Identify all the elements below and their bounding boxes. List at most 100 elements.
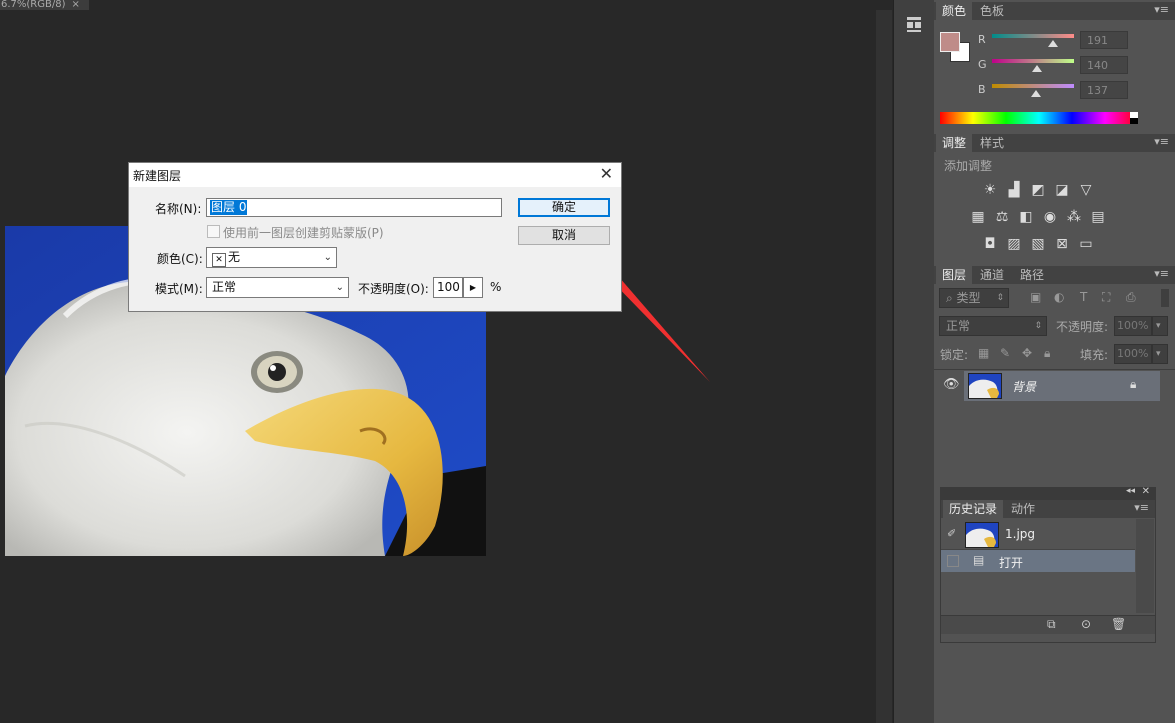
tab-adjustments[interactable]: 调整 — [936, 134, 973, 152]
filter-shape-icon[interactable]: ⛶ — [1102, 290, 1110, 305]
spectrum-black-chip[interactable] — [1130, 118, 1138, 124]
lock-all-icon[interactable]: 🔒︎ — [1044, 346, 1050, 361]
history-panel-header[interactable]: ◂◂ ✕ — [941, 486, 1155, 500]
close-panel-icon[interactable]: ✕ — [1142, 486, 1150, 497]
adjust-panel-menu-icon[interactable]: ▾≡ — [1154, 135, 1169, 148]
history-panel-menu-icon[interactable]: ▾≡ — [1134, 501, 1149, 514]
document-tab-close-icon[interactable]: × — [72, 0, 80, 10]
camera-icon[interactable]: ⊙ — [1081, 617, 1091, 631]
adjust-panel-tabs: 调整 样式 ▾≡ — [934, 134, 1175, 152]
opacity-slider-arrow-icon[interactable]: ▶ — [463, 277, 483, 298]
slider-b-thumb[interactable] — [1031, 90, 1042, 97]
layers-panel-menu-icon[interactable]: ▾≡ — [1154, 267, 1169, 280]
tab-paths[interactable]: 路径 — [1014, 266, 1050, 284]
mode-select[interactable]: 正常 ⌄ — [206, 277, 349, 298]
slider-r-thumb[interactable] — [1048, 40, 1059, 47]
filter-type-icon[interactable]: T — [1080, 290, 1087, 304]
layer-visibility-eye-icon[interactable]: 👁︎ — [934, 371, 964, 401]
lock-image-icon[interactable]: ✎ — [1000, 346, 1010, 360]
filter-smart-object-icon[interactable]: ⎙ — [1126, 290, 1136, 305]
threshold-icon[interactable]: ▧ — [1030, 237, 1046, 251]
chevron-down-icon: ⌄ — [323, 252, 332, 263]
posterize-icon[interactable]: ▨ — [1006, 237, 1022, 251]
cancel-button[interactable]: 取消 — [518, 226, 610, 245]
lock-transparent-icon[interactable]: ▦ — [978, 346, 989, 360]
gradient-map-icon[interactable]: ▭ — [1078, 237, 1094, 251]
foreground-color-swatch[interactable] — [940, 32, 960, 52]
channel-mixer-icon[interactable]: ⁂ — [1066, 210, 1082, 224]
value-g[interactable]: 140 — [1080, 56, 1128, 74]
tab-actions[interactable]: 动作 — [1005, 500, 1041, 518]
dialog-close-icon[interactable]: ✕ — [600, 164, 613, 183]
history-step-checkbox[interactable] — [947, 555, 959, 567]
new-document-from-state-icon[interactable]: ⧉ — [1047, 617, 1056, 632]
tab-styles[interactable]: 样式 — [974, 134, 1010, 152]
history-document-icon: ▤ — [973, 553, 985, 567]
filter-adjustment-icon[interactable]: ◐ — [1054, 290, 1064, 304]
channel-label-b: B — [978, 83, 986, 96]
history-snapshot-row[interactable]: ✐ 1.jpg — [941, 519, 1135, 550]
layer-lock-icon[interactable]: 🔒︎ — [1130, 377, 1136, 392]
tab-history[interactable]: 历史记录 — [943, 500, 1004, 518]
layer-filter-select[interactable]: ⌕ 类型 ⇕ — [939, 288, 1009, 308]
document-tab[interactable]: 6.7%(RGB/8) × — [0, 0, 89, 10]
document-tab-title: 6.7%(RGB/8) — [1, 0, 66, 10]
mode-label: 模式(M): — [155, 282, 203, 296]
brightness-icon[interactable]: ☀ — [982, 183, 998, 197]
tab-layers[interactable]: 图层 — [936, 266, 973, 284]
layer-name[interactable]: 背景 — [1012, 378, 1036, 395]
fill-dropdown-icon[interactable]: ▾ — [1152, 344, 1168, 364]
value-r[interactable]: 191 — [1080, 31, 1128, 49]
opacity-input[interactable]: 100 — [433, 277, 463, 298]
tab-swatches[interactable]: 色板 — [974, 2, 1010, 20]
no-color-icon: ✕ — [212, 253, 226, 267]
layer-thumbnail — [968, 373, 1002, 399]
curves-icon[interactable]: ◩ — [1030, 183, 1046, 197]
tab-color[interactable]: 颜色 — [936, 2, 973, 20]
layer-opacity-dropdown-icon[interactable]: ▾ — [1152, 316, 1168, 336]
slider-b[interactable] — [992, 84, 1074, 88]
trash-icon[interactable]: 🗑︎ — [1111, 617, 1126, 631]
blend-mode-select[interactable]: 正常 ⇕ — [939, 316, 1047, 336]
history-brush-source-icon[interactable]: ✐ — [947, 527, 956, 540]
spectrum-bar[interactable] — [940, 112, 1138, 124]
name-label: 名称(N): — [155, 202, 202, 216]
selective-color-icon[interactable]: ⊠ — [1054, 237, 1070, 251]
color-label: 颜色(C): — [157, 252, 203, 266]
slider-g-thumb[interactable] — [1032, 65, 1043, 72]
right-panels: 颜色 色板 ▾≡ R 191 G 140 B 137 调整 样式 ▾≡ 添加调整… — [934, 0, 1175, 723]
history-step-row[interactable]: ▤ 打开 — [941, 550, 1135, 572]
vibrance-icon[interactable]: ▽ — [1078, 183, 1094, 197]
layer-opacity-input[interactable]: 100% — [1114, 316, 1152, 336]
collapse-panel-icon[interactable]: ◂◂ — [1126, 486, 1135, 496]
levels-icon[interactable]: ▟ — [1006, 183, 1022, 197]
color-balance-icon[interactable]: ⚖ — [994, 210, 1010, 224]
canvas-vertical-scrollbar[interactable] — [876, 10, 892, 723]
filter-pixel-icon[interactable]: ▣ — [1030, 290, 1041, 304]
filter-arrows-icon: ⇕ — [996, 293, 1004, 303]
dialog-titlebar[interactable]: 新建图层 ✕ — [129, 163, 621, 187]
name-input[interactable]: 图层 0 — [206, 198, 502, 217]
history-scrollbar[interactable] — [1136, 519, 1154, 613]
invert-icon[interactable]: ◘ — [982, 237, 998, 251]
filter-toggle[interactable] — [1161, 289, 1169, 307]
black-white-icon[interactable]: ◧ — [1018, 210, 1034, 224]
layer-filter-label: 类型 — [956, 291, 981, 305]
clip-mask-checkbox[interactable] — [207, 225, 220, 238]
color-panel-menu-icon[interactable]: ▾≡ — [1154, 3, 1169, 16]
fill-input[interactable]: 100% — [1114, 344, 1152, 364]
slider-r[interactable] — [992, 34, 1074, 38]
tab-channels[interactable]: 通道 — [974, 266, 1010, 284]
panel-dock — [893, 0, 935, 723]
exposure-icon[interactable]: ◪ — [1054, 183, 1070, 197]
opacity-unit: % — [490, 280, 502, 294]
properties-panel-icon[interactable] — [904, 14, 924, 36]
slider-g[interactable] — [992, 59, 1074, 63]
photo-filter-icon[interactable]: ◉ — [1042, 210, 1058, 224]
ok-button[interactable]: 确定 — [518, 198, 610, 217]
value-b[interactable]: 137 — [1080, 81, 1128, 99]
color-select[interactable]: ✕ 无 ⌄ — [206, 247, 337, 268]
color-lookup-icon[interactable]: ▤ — [1090, 210, 1106, 224]
hue-saturation-icon[interactable]: ▦ — [970, 210, 986, 224]
lock-position-icon[interactable]: ✥ — [1022, 346, 1032, 360]
